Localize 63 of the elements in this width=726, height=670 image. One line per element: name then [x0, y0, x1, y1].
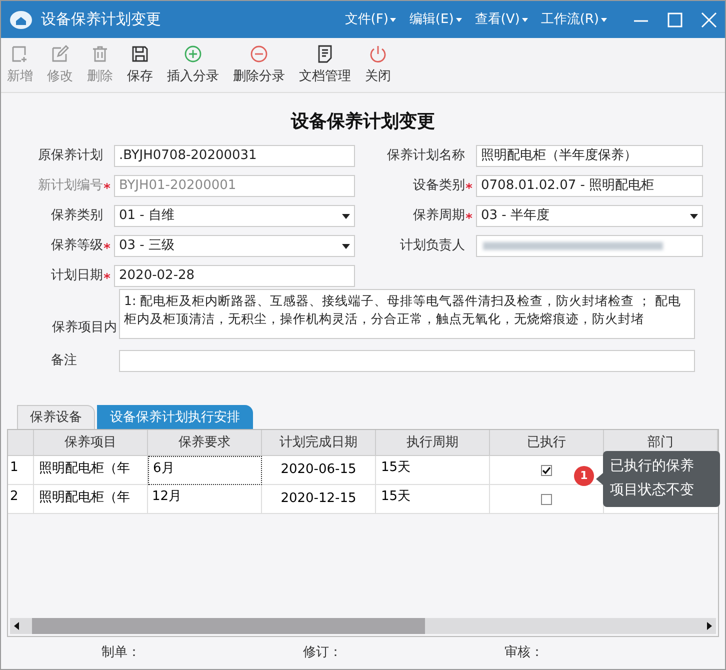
input-field[interactable]: 0708.01.02.07 - 照明配电柜: [476, 175, 703, 197]
text-area[interactable]: 1: 配电柜及柜内断路器、互感器、接线端子、母排等电气器件清扫及检查，防火封堵检查 ； 配电柜内及柜顶清洁，无积尘，操作机构灵活，分合正常，触点无氧化，无烧熔痕迹，防火封堵: [119, 289, 695, 339]
plus-icon: [183, 44, 203, 64]
menu-item[interactable]: 编辑(E): [409, 10, 462, 30]
close-icon[interactable]: [701, 12, 717, 28]
footer-label: 修订：: [302, 644, 343, 662]
trash-icon: [90, 44, 110, 64]
input-field[interactable]: [119, 350, 695, 372]
input-field[interactable]: 照明配电柜（半年度保养）: [476, 145, 703, 167]
toolbar-button[interactable]: 文档管理: [299, 44, 351, 86]
field-label: 保养计划名称: [387, 147, 465, 166]
form-heading: 设备保养计划变更: [291, 110, 435, 134]
checkbox[interactable]: [541, 464, 552, 476]
caret-icon: [690, 214, 698, 218]
menu-item[interactable]: 工作流(R): [540, 10, 607, 30]
check-icon: [542, 466, 551, 474]
dropdown-field[interactable]: 03 - 半年度: [476, 205, 703, 227]
table-cell[interactable]: 12月: [148, 485, 262, 514]
table-cell: 2020-12-15: [262, 485, 376, 514]
tab[interactable]: 保养设备: [17, 405, 95, 429]
input-field[interactable]: .BYJH0708-20200031: [114, 145, 355, 167]
field-label: 计划负责人: [400, 237, 465, 256]
caret-icon: [342, 244, 350, 248]
caret-icon: [390, 18, 396, 22]
dropdown-field[interactable]: 03 - 三级: [114, 235, 355, 257]
field-label: 保养周期: [413, 207, 465, 226]
toolbar-button[interactable]: 插入分录: [167, 44, 219, 86]
save-icon: [130, 44, 150, 64]
row-number: 2: [8, 485, 34, 514]
power-icon: [368, 44, 388, 64]
window-title: 设备保养计划变更: [41, 9, 161, 30]
field-label: 设备类别: [413, 177, 465, 196]
tooltip: 已执行的保养项目状态不变: [596, 451, 720, 507]
field-label: 新计划编号: [38, 177, 103, 196]
footer-label: 制单：: [102, 644, 142, 662]
field-label: 原保养计划: [38, 147, 103, 166]
input-field[interactable]: 2020-02-28: [114, 265, 355, 287]
dropdown-field[interactable]: 01 - 自维: [114, 205, 355, 227]
field-label: 计划日期: [51, 267, 103, 286]
maximize-icon[interactable]: [667, 12, 683, 28]
field-label: 备注: [51, 352, 78, 370]
footer-label: 审核：: [504, 644, 544, 662]
menu-item[interactable]: 查看(V): [474, 10, 528, 30]
toolbar-button[interactable]: 关闭: [365, 44, 391, 86]
checkbox[interactable]: [541, 494, 552, 504]
toolbar-button[interactable]: 删除分录: [233, 44, 285, 86]
tab[interactable]: 设备保养计划执行安排: [97, 405, 253, 429]
table-cell: 15天: [376, 485, 490, 514]
scrollbar-thumb[interactable]: [32, 618, 425, 634]
caret-icon: [342, 214, 350, 218]
horizontal-scrollbar[interactable]: [10, 618, 716, 634]
input-field[interactable]: [476, 235, 703, 257]
edit-icon: [50, 44, 70, 64]
field-label: 保养项目内: [52, 318, 117, 336]
caret-icon: [522, 18, 528, 22]
table-cell: 照明配电柜（年: [34, 485, 148, 514]
caret-icon: [601, 18, 607, 22]
menu-item[interactable]: 文件(F): [344, 10, 396, 30]
minus-icon: [249, 44, 269, 64]
field-label: 保养类别: [51, 207, 103, 226]
field-label: 保养等级: [51, 237, 103, 256]
toolbar-button[interactable]: 保存: [127, 44, 153, 86]
caret-icon: [456, 18, 462, 22]
